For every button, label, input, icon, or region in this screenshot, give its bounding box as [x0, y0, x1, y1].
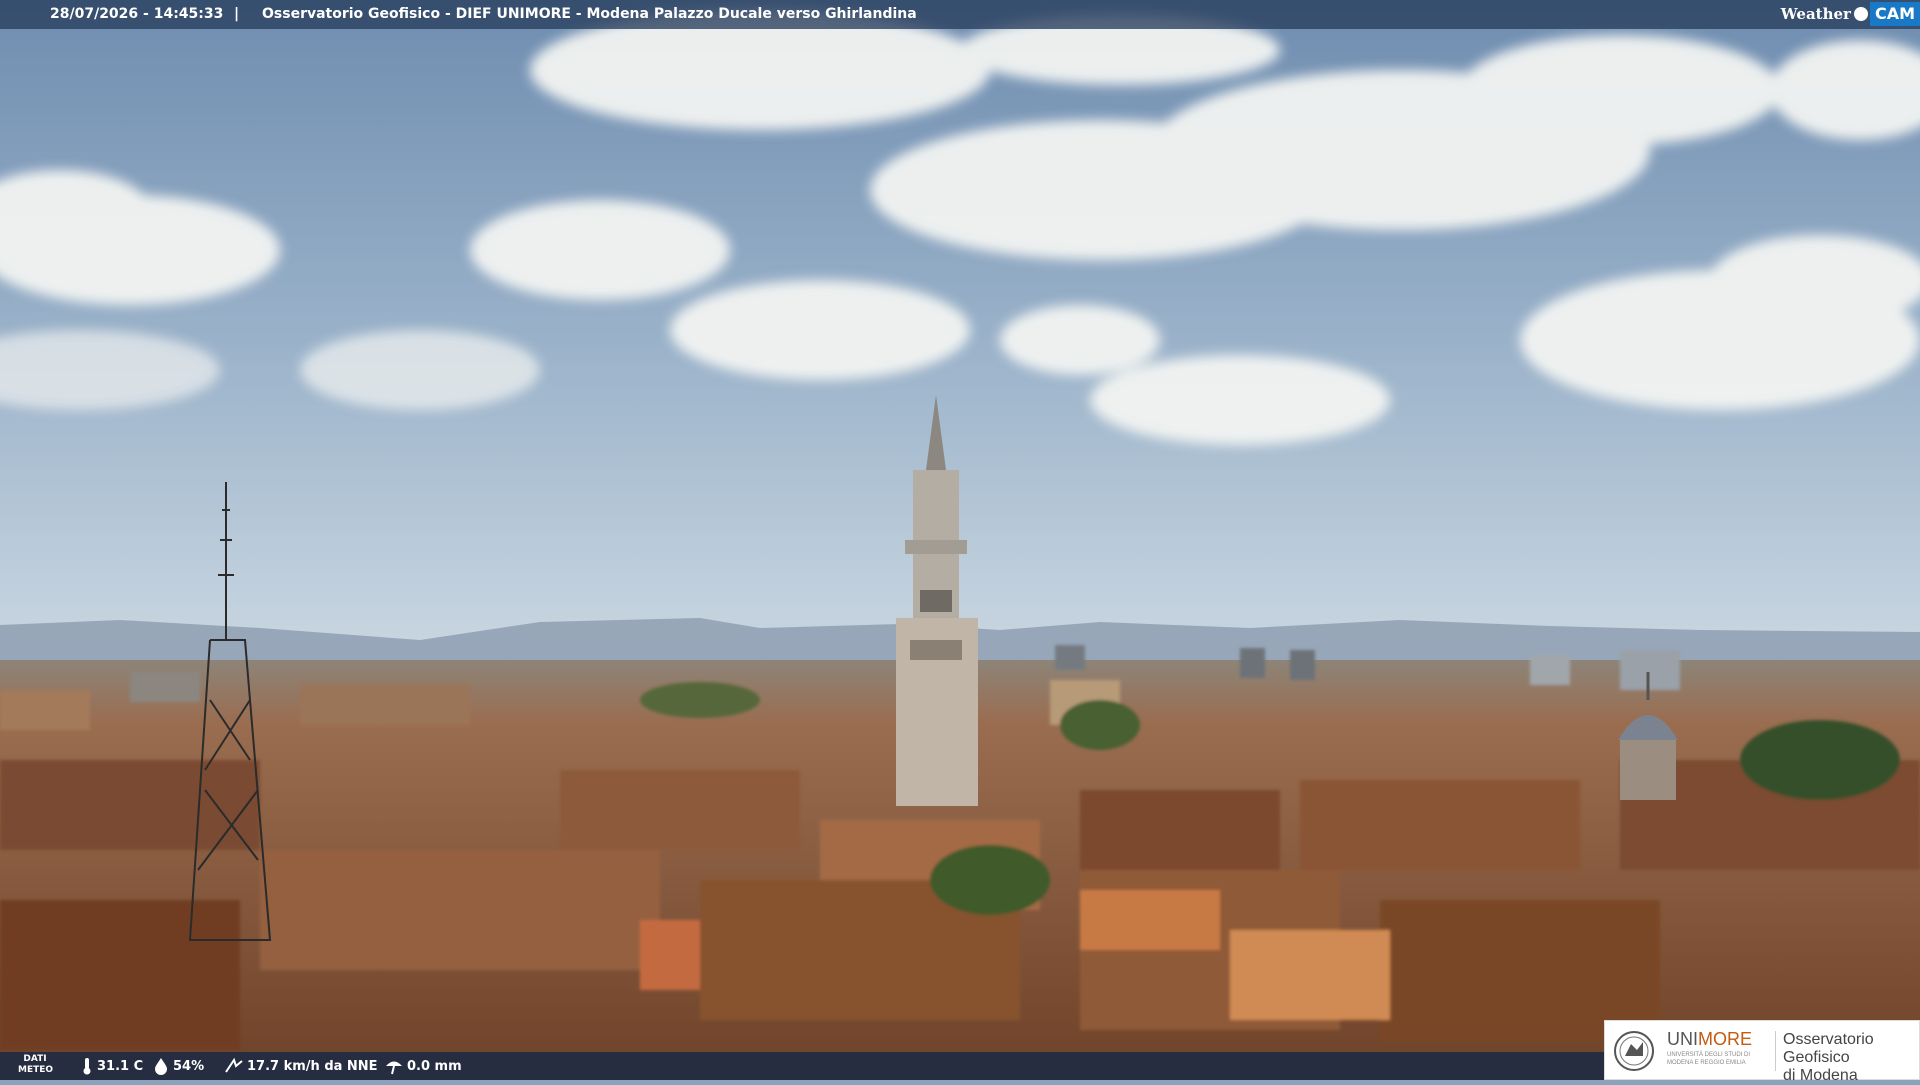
- rain-value: 0.0 mm: [407, 1058, 462, 1074]
- globe-icon: [1853, 7, 1868, 21]
- wind-icon: [225, 1057, 243, 1073]
- unimore-more: MORE: [1698, 1029, 1752, 1049]
- humidity-icon: [155, 1058, 167, 1075]
- caption-bar: 28/07/2026 - 14:45:33 | Osservatorio Geo…: [0, 0, 1920, 29]
- unimore-observatory-logo: UNIMORE UNIVERSITÀ DEGLI STUDI DI MODENA …: [1604, 1020, 1920, 1084]
- rain-reading: 0.0 mm: [384, 1052, 462, 1080]
- logo-divider: [1775, 1031, 1776, 1071]
- weathercam-logo: Weather CAM: [1781, 2, 1920, 26]
- wind-value: 17.7 km/h da NNE: [247, 1058, 378, 1074]
- weathercam-logo-cam: CAM: [1869, 2, 1920, 26]
- humidity-value: 54%: [173, 1058, 205, 1074]
- unimore-uni: UNI: [1667, 1029, 1698, 1049]
- weather-data-label: DATI METEO: [18, 1054, 54, 1075]
- university-seal-icon: [1614, 1031, 1654, 1071]
- weathercam-logo-text: Weather: [1780, 4, 1851, 23]
- humidity-reading: 54%: [152, 1052, 204, 1080]
- thermometer-icon: [83, 1058, 91, 1075]
- unimore-subtitle-line2: MODENA E REGGIO EMILIA: [1667, 1060, 1746, 1066]
- rain-gauge-icon: [386, 1061, 402, 1075]
- wind-reading: 17.7 km/h da NNE: [224, 1052, 378, 1080]
- unimore-wordmark: UNIMORE: [1667, 1029, 1752, 1049]
- webcam-photo: [0, 0, 1920, 1080]
- observatory-name: Osservatorio Geofisico di Modena: [1783, 1031, 1919, 1085]
- capture-datetime: 28/07/2026 - 14:45:33: [50, 6, 224, 22]
- unimore-subtitle: UNIVERSITÀ DEGLI STUDI DI MODENA E REGGIO…: [1667, 1051, 1750, 1067]
- temperature-value: 31.1 C: [97, 1058, 144, 1074]
- observatory-name-line2: di Modena: [1783, 1067, 1858, 1084]
- temperature-reading: 31.1 C: [80, 1052, 143, 1080]
- unimore-subtitle-line1: UNIVERSITÀ DEGLI STUDI DI: [1667, 1052, 1751, 1058]
- caption-separator: |: [234, 6, 240, 22]
- camera-title: Osservatorio Geofisico - DIEF UNIMORE - …: [262, 6, 917, 22]
- observatory-name-line1: Osservatorio Geofisico: [1783, 1031, 1874, 1066]
